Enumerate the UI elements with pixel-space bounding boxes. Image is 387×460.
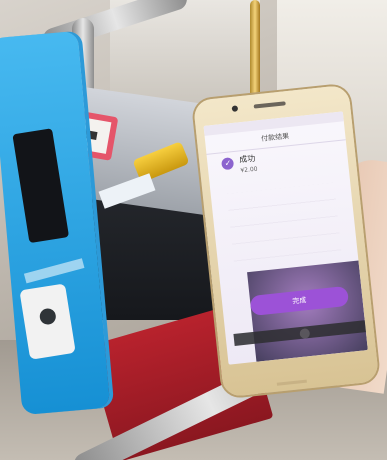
nav-title: 付款结果: [260, 132, 290, 144]
front-camera-icon: [231, 105, 239, 112]
success-badge: ✓: [221, 157, 235, 171]
speaker-grille: [253, 101, 286, 109]
payment-amount: ¥2.00: [240, 165, 258, 175]
camera-lens-icon: [38, 307, 57, 326]
phone-screen: 付款结果 ✓ 成功 ¥2.00 完成: [203, 111, 368, 365]
transit-payment-photo: 付款结果 ✓ 成功 ¥2.00 完成: [0, 0, 387, 460]
home-key-icon[interactable]: [299, 328, 311, 340]
payment-status: 成功: [238, 153, 256, 165]
done-button-label: 完成: [291, 296, 307, 306]
smartphone: 付款结果 ✓ 成功 ¥2.00 完成: [192, 84, 380, 398]
check-icon: ✓: [224, 158, 232, 168]
scanner-screen: [12, 128, 70, 244]
detail-lines: [226, 182, 343, 274]
phone-logo: [276, 379, 307, 386]
scanner-window: [19, 283, 76, 360]
scanner-label-strip: [23, 258, 85, 284]
